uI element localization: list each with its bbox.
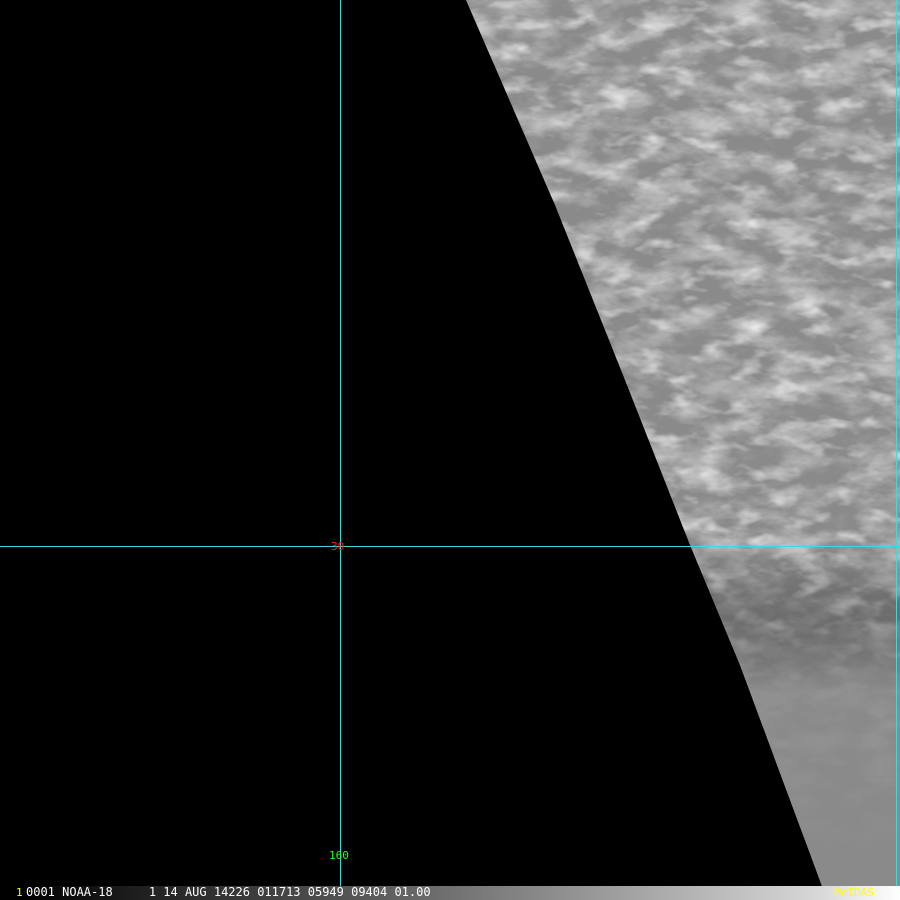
longitude-label: 160 [329,849,349,862]
satellite-imagery [0,0,900,886]
latitude-label: 30 [331,540,345,553]
satellite-image-viewer[interactable]: 30 160 [0,0,900,886]
image-info-text: 0001 NOAA-18 1 14 AUG 14226 011713 05949… [26,885,431,899]
mcidas-brand-label: McIDAS [834,886,874,899]
status-bar: 1 0001 NOAA-18 1 14 AUG 14226 011713 059… [0,886,900,900]
frame-number: 1 [16,886,23,899]
image-swath [466,0,900,886]
